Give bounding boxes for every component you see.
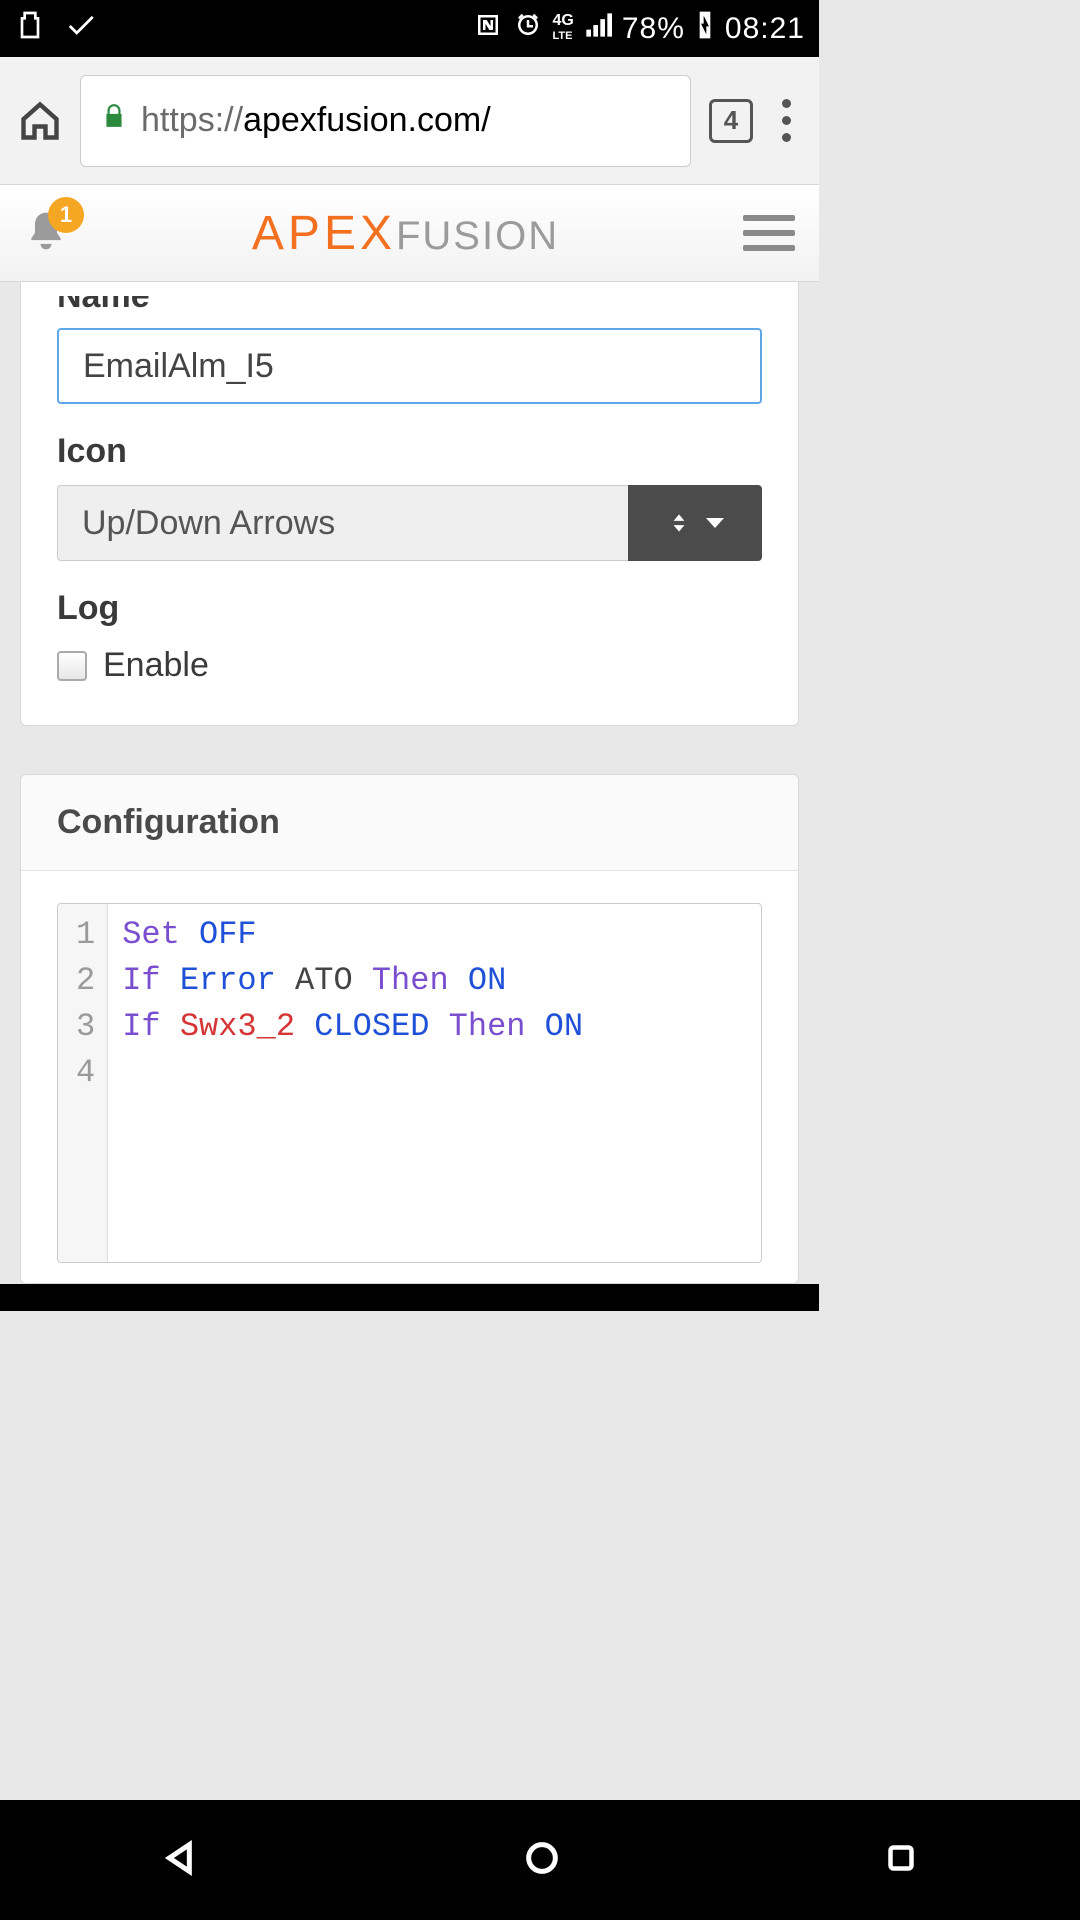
browser-toolbar: https://apexfusion.com/ 4: [0, 57, 819, 185]
log-field-label: Log: [57, 589, 762, 628]
network-4g-lte-icon: 4GLTE: [553, 14, 574, 43]
recents-button[interactable]: [883, 1840, 919, 1881]
url-bar[interactable]: https://apexfusion.com/: [80, 75, 691, 167]
checkmark-icon: [64, 8, 98, 50]
android-nav-bar: [0, 1800, 1080, 1920]
url-text: https://apexfusion.com/: [141, 101, 491, 140]
apexfusion-logo[interactable]: APEXFUSION: [252, 206, 559, 261]
log-enable-checkbox[interactable]: [57, 651, 87, 681]
icon-select[interactable]: Up/Down Arrows: [57, 485, 762, 561]
menu-button[interactable]: [743, 215, 795, 251]
code-gutter: 1234: [58, 904, 108, 1262]
app-header: 1 APEXFUSION: [0, 185, 819, 282]
icon-select-toggle[interactable]: [628, 485, 762, 561]
name-field-label: Name: [57, 296, 762, 314]
notifications-button[interactable]: 1: [24, 209, 68, 258]
configuration-header: Configuration: [21, 775, 798, 871]
signal-icon: [584, 11, 612, 47]
configuration-card: Configuration 1234 Set OFFIf Error ATO T…: [20, 774, 799, 1284]
back-button[interactable]: [161, 1838, 201, 1883]
lock-icon: [101, 101, 127, 140]
home-nav-button[interactable]: [522, 1838, 562, 1883]
updown-arrows-icon: [666, 510, 692, 536]
battery-charging-icon: [695, 9, 715, 49]
tabs-button[interactable]: 4: [709, 99, 753, 143]
code-editor[interactable]: 1234 Set OFFIf Error ATO Then ONIf Swx3_…: [57, 903, 762, 1263]
page-content: Name Icon Up/Down Arrows Log Enable Conf…: [0, 282, 819, 1284]
icon-select-value: Up/Down Arrows: [57, 485, 628, 561]
chevron-down-icon: [706, 518, 724, 528]
code-area[interactable]: Set OFFIf Error ATO Then ONIf Swx3_2 CLO…: [108, 904, 597, 1262]
android-status-bar: 4GLTE 78% 08:21: [0, 0, 819, 57]
settings-card: Name Icon Up/Down Arrows Log Enable: [20, 282, 799, 726]
nav-gap: [0, 1284, 819, 1311]
browser-menu-button[interactable]: [771, 99, 801, 142]
name-input[interactable]: [57, 328, 762, 404]
home-button[interactable]: [18, 99, 62, 143]
nfc-icon: [473, 10, 503, 48]
battery-percentage: 78%: [622, 12, 685, 46]
log-enable-label: Enable: [103, 646, 209, 685]
notification-count-badge: 1: [48, 197, 84, 233]
icon-field-label: Icon: [57, 432, 762, 471]
screenshot-icon: [14, 9, 46, 49]
clock-text: 08:21: [725, 12, 805, 46]
alarm-icon: [513, 10, 543, 48]
